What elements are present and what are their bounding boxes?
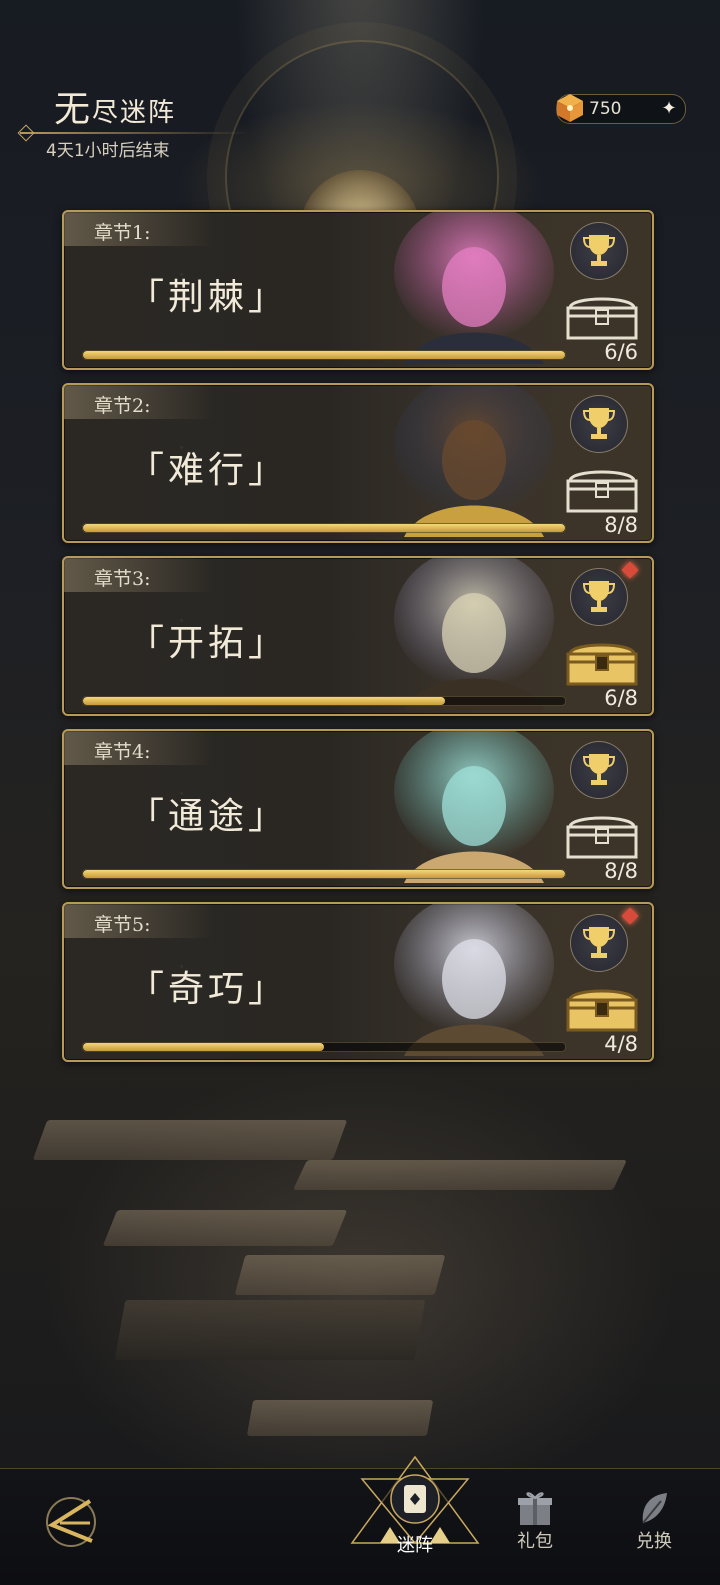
page-title: 无尽迷阵 (54, 89, 177, 130)
progress-fill (83, 697, 445, 705)
alert-dot-icon (621, 561, 639, 579)
trophy-badge[interactable] (570, 741, 628, 799)
stone-slab (114, 1300, 426, 1360)
trophy-badge[interactable] (570, 914, 628, 972)
chapter-label: 章节5: (94, 914, 151, 936)
chapter-label: 章节4: (94, 741, 151, 763)
reward-chest-icon[interactable] (564, 638, 640, 688)
stone-slab (102, 1210, 348, 1246)
progress-count: 6/8 (604, 686, 638, 710)
gift-icon (518, 1492, 552, 1525)
chapter-label: 章节2: (94, 395, 151, 417)
tab-gift[interactable]: 礼包 (505, 1489, 565, 1553)
progress-count: 8/8 (604, 859, 638, 883)
chapter-card[interactable]: 章节1: 「荆棘」 6/6 (62, 210, 654, 370)
event-timer: 4天1小时后结束 (46, 141, 170, 161)
chapter-card[interactable]: 章节2: 「难行」 8/8 (62, 383, 654, 543)
stone-slab (246, 1400, 434, 1436)
progress-fill (83, 524, 565, 532)
reward-chest-icon[interactable] (564, 984, 640, 1034)
back-arrow-icon[interactable] (36, 1487, 106, 1557)
chapter-name: 「难行」 (128, 450, 289, 491)
plus-icon[interactable]: ✦ (659, 99, 679, 119)
bottom-nav: 迷阵 礼包 兑换 (0, 1455, 720, 1585)
stone-slab (32, 1120, 348, 1160)
chapter-name: 「通途」 (128, 796, 289, 837)
chapter-portrait (394, 904, 554, 1056)
exchange-leaf-icon (642, 1493, 667, 1524)
cube-icon (557, 94, 583, 122)
progress-fill (83, 351, 565, 359)
chapter-portrait (394, 558, 554, 710)
title-ornament (20, 132, 250, 134)
progress-count: 8/8 (604, 513, 638, 537)
progress-count: 6/6 (604, 340, 638, 364)
progress-count: 4/8 (604, 1032, 638, 1056)
chapter-name: 「奇巧」 (128, 969, 289, 1010)
trophy-icon (582, 754, 616, 785)
chapter-card[interactable]: 章节5: 「奇巧」 4/8 (62, 902, 654, 1062)
progress-bar (82, 350, 566, 360)
stone-slab (293, 1160, 627, 1190)
chapter-label: 章节3: (94, 568, 151, 590)
currency-amount: 750 (589, 99, 622, 119)
trophy-icon (582, 235, 616, 266)
progress-bar (82, 869, 566, 879)
progress-fill (83, 1043, 324, 1051)
trophy-icon (582, 581, 616, 612)
chapter-card[interactable]: 章节4: 「通途」 8/8 (62, 729, 654, 889)
stone-slab (234, 1255, 446, 1295)
trophy-badge[interactable] (570, 395, 628, 453)
chapter-name: 「开拓」 (128, 623, 289, 664)
progress-bar (82, 1042, 566, 1052)
currency-display[interactable]: 750 ✦ (556, 94, 686, 124)
tab-exchange-label: 兑换 (636, 1531, 672, 1552)
progress-fill (83, 870, 565, 878)
reward-chest-icon[interactable] (564, 465, 640, 515)
chapter-portrait (394, 731, 554, 883)
reward-chest-icon[interactable] (564, 292, 640, 342)
chapter-label: 章节1: (94, 222, 151, 244)
progress-bar (82, 523, 566, 533)
tab-exchange[interactable]: 兑换 (624, 1489, 684, 1553)
chapter-portrait (394, 385, 554, 537)
trophy-badge[interactable] (570, 222, 628, 280)
chapter-name: 「荆棘」 (128, 277, 289, 318)
chapter-portrait (394, 212, 554, 364)
tab-maze-label: 迷阵 (397, 1535, 433, 1556)
tab-gift-label: 礼包 (517, 1531, 553, 1552)
chapter-card[interactable]: 章节3: 「开拓」 6/8 (62, 556, 654, 716)
alert-dot-icon (621, 907, 639, 925)
trophy-icon (582, 408, 616, 439)
trophy-badge[interactable] (570, 568, 628, 626)
trophy-icon (582, 927, 616, 958)
progress-bar (82, 696, 566, 706)
tab-maze[interactable]: 迷阵 (350, 1455, 480, 1575)
reward-chest-icon[interactable] (564, 811, 640, 861)
